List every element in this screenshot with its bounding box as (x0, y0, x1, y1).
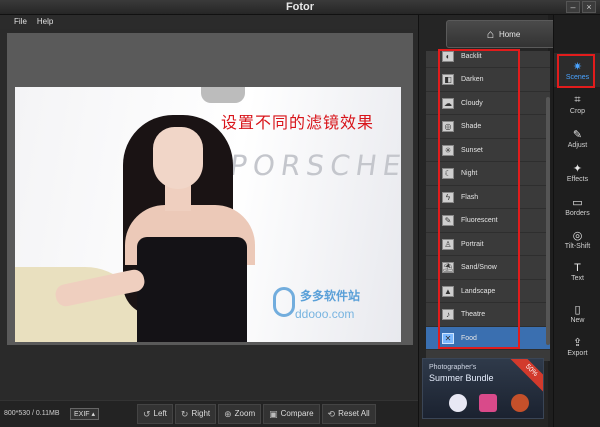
discount-ribbon: 50% (506, 359, 543, 396)
minimize-button[interactable]: – (566, 1, 580, 13)
sidebar-label: Export (567, 349, 588, 357)
tool-label: Reset All (338, 409, 370, 418)
compare-icon: ▣ (269, 409, 278, 419)
promo-line-2: Summer Bundle (429, 373, 494, 383)
menu-file[interactable]: File (14, 15, 27, 29)
close-button[interactable]: × (582, 1, 596, 13)
window-title: Fotor (285, 1, 315, 13)
sidebar-label: Adjust (567, 141, 588, 149)
sidebar-label: Tilt-Shift (564, 242, 591, 250)
sidebar-text-button[interactable]: T Text (554, 255, 600, 289)
annotation-highlight-box (438, 49, 520, 349)
reset-icon: ⟲ (327, 409, 336, 419)
rotate-right-button[interactable]: ↻ Right (174, 404, 217, 424)
rotate-left-button[interactable]: ↺ Left (137, 404, 173, 424)
annotation-text: 设置不同的滤镜效果 (221, 113, 375, 132)
menu-bar: File Help (0, 15, 418, 29)
status-bar: 800*530 / 0.11MB EXIF ▴ ↺ Left ↻ Right ⊕ Zo… (0, 400, 418, 427)
view-toolbar: ↺ Left ↻ Right ⊕ Zoom ▣ Compare ⟲ Reset All (137, 404, 376, 424)
promo-badge-icon (511, 394, 529, 412)
sidebar-crop-button[interactable]: ⌗ Crop (554, 87, 600, 121)
zoom-button[interactable]: ⊕ Zoom (218, 404, 262, 424)
title-bar: Fotor – × (0, 0, 600, 15)
car-badge (201, 87, 245, 103)
promo-avatar-icon (449, 394, 467, 412)
sidebar-label: Crop (569, 107, 586, 115)
rotate-left-icon: ↺ (143, 409, 151, 419)
tool-label: Zoom (234, 409, 256, 418)
model-dress (137, 237, 247, 342)
reset-all-button[interactable]: ⟲ Reset All (321, 404, 376, 424)
compare-button[interactable]: ▣ Compare (263, 404, 320, 424)
sidebar-adjust-button[interactable]: ✎ Adjust (554, 121, 600, 155)
model-face (153, 127, 203, 189)
annotation-scenes-box (557, 54, 595, 88)
new-icon: ▯ (574, 303, 581, 316)
home-button[interactable]: ⌂ Home (446, 20, 561, 48)
watermark-name: 多多软件站 (300, 289, 361, 303)
rotate-right-icon: ↻ (180, 409, 189, 419)
tool-label: Compare (280, 409, 314, 418)
exif-button[interactable]: EXIF ▴ (70, 408, 100, 420)
watermark-logo-icon (273, 287, 295, 317)
tool-label: Right (191, 409, 211, 418)
promo-flower-icon (479, 394, 497, 412)
home-label: Home (498, 29, 521, 39)
scene-list-scrollbar[interactable] (546, 97, 550, 345)
export-icon: ⇪ (572, 336, 583, 349)
tool-label: Left (153, 409, 167, 418)
sidebar-label: New (570, 316, 585, 324)
promo-banner[interactable]: Photographer's Summer Bundle 50% (422, 358, 544, 419)
zoom-icon: ⊕ (224, 409, 232, 419)
promo-line-1: Photographer's (429, 364, 477, 371)
image-info: 800*530 / 0.11MB (4, 410, 60, 417)
sidebar-label: Borders (565, 209, 590, 217)
home-icon: ⌂ (486, 27, 494, 41)
tilt-shift-icon: ◎ (572, 229, 583, 242)
sidebar-effects-button[interactable]: ✦ Effects (554, 155, 600, 189)
menu-help[interactable]: Help (37, 15, 53, 29)
sidebar-new-button[interactable]: ▯ New (554, 296, 600, 330)
crop-icon: ⌗ (574, 93, 581, 106)
effects-icon: ✦ (572, 162, 583, 175)
sidebar-export-button[interactable]: ⇪ Export (554, 329, 600, 363)
brand-lettering: PORSCHE (227, 149, 401, 182)
text-icon: T (574, 262, 581, 274)
sidebar-borders-button[interactable]: ▭ Borders (554, 189, 600, 223)
sidebar-label: Text (571, 275, 584, 282)
watermark-url: ddooo.com (295, 307, 355, 321)
borders-icon: ▭ (572, 196, 583, 209)
photo-preview[interactable]: PORSCHE 设置不同的滤镜效果 多多软件站 ddooo.com (15, 87, 401, 342)
sidebar-label: Effects (566, 175, 589, 183)
sidebar-tilt-shift-button[interactable]: ◎ Tilt-Shift (554, 222, 600, 256)
adjust-icon: ✎ (572, 128, 583, 141)
